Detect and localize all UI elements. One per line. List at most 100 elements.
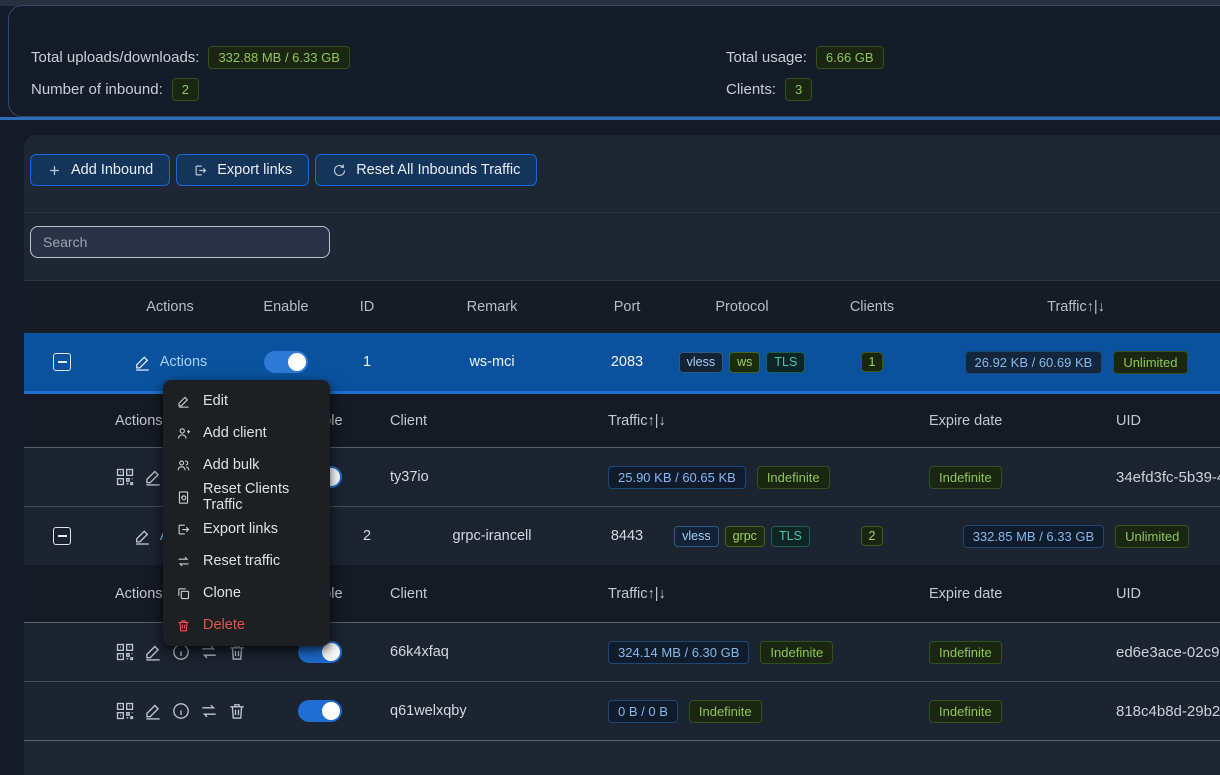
- menu-item-label: Reset Clients Traffic: [203, 481, 317, 513]
- protocol-tag: vless: [674, 526, 718, 547]
- sub-header-uid: UID: [1100, 394, 1220, 447]
- clients-count-badge: 2: [861, 526, 883, 546]
- client-expire-badge: Indefinite: [929, 641, 1002, 664]
- inbounds-table-header: Actions Enable ID Remark Port Protocol C…: [24, 280, 1220, 333]
- sub-header-traffic: Traffic↑|↓: [600, 565, 915, 622]
- stat-clients-count: Clients: 3: [726, 78, 812, 101]
- stat-uploads-value-badge: 332.88 MB / 6.33 GB: [208, 46, 349, 69]
- menu-item-clone[interactable]: Clone: [163, 577, 330, 609]
- stat-uploads-label: Total uploads/downloads:: [31, 49, 199, 66]
- sub-header-client: Client: [370, 565, 600, 622]
- menu-item-label: Export links: [203, 521, 278, 537]
- transport-tag: ws: [729, 352, 760, 373]
- user-add-icon: [176, 426, 191, 441]
- header-select-all: [24, 281, 100, 333]
- row-actions-label: Actions: [160, 354, 208, 370]
- edit-client-icon[interactable]: [143, 701, 163, 721]
- client-quota-badge: Indefinite: [757, 466, 830, 489]
- delete-client-icon[interactable]: [227, 701, 247, 721]
- menu-item-label: Edit: [203, 393, 228, 409]
- client-enable-toggle[interactable]: [298, 700, 342, 722]
- client-uid: ed6e3ace-02c9-4: [1100, 623, 1220, 681]
- sub-header-expire: Expire date: [915, 394, 1100, 447]
- header-port: Port: [582, 281, 672, 333]
- enable-toggle[interactable]: [264, 351, 308, 373]
- menu-item-reset-traffic[interactable]: Reset traffic: [163, 545, 330, 577]
- edit-client-icon[interactable]: [143, 467, 163, 487]
- sub-header-traffic: Traffic↑|↓: [600, 394, 915, 447]
- client-quota-badge: Indefinite: [760, 641, 833, 664]
- stat-inbound-label: Number of inbound:: [31, 81, 163, 98]
- menu-item-add-bulk[interactable]: Add bulk: [163, 449, 330, 481]
- usergroup-add-icon: [176, 458, 191, 473]
- stat-clients-value-badge: 3: [785, 78, 812, 101]
- client-name: ty37io: [370, 448, 600, 506]
- stat-total-usage: Total usage: 6.66 GB: [726, 46, 884, 69]
- qrcode-icon[interactable]: [115, 701, 135, 721]
- export-icon: [176, 522, 191, 537]
- client-traffic-badge: 0 B / 0 B: [608, 700, 678, 723]
- edit-icon: [176, 394, 191, 409]
- row-actions-menu-trigger[interactable]: Actions: [133, 353, 208, 372]
- client-row-q61welxqby: q61welxqby 0 B / 0 B Indefinite Indefini…: [24, 682, 1220, 741]
- header-protocol: Protocol: [672, 281, 812, 333]
- header-traffic-sort[interactable]: Traffic↑|↓: [932, 281, 1220, 333]
- stats-card: Total uploads/downloads: 332.88 MB / 6.3…: [8, 5, 1220, 117]
- menu-item-add-client[interactable]: Add client: [163, 417, 330, 449]
- search-input[interactable]: [30, 226, 330, 258]
- sub-header-uid: UID: [1100, 565, 1220, 622]
- add-inbound-button[interactable]: Add Inbound: [30, 154, 170, 186]
- inbound-port: 2083: [582, 333, 672, 391]
- menu-item-label: Add client: [203, 425, 267, 441]
- menu-item-edit[interactable]: Edit: [163, 385, 330, 417]
- inbound-remark: ws-mci: [402, 333, 582, 391]
- header-enable: Enable: [240, 281, 332, 333]
- menu-item-label: Delete: [203, 617, 245, 633]
- qrcode-icon[interactable]: [115, 467, 135, 487]
- menu-item-label: Add bulk: [203, 457, 259, 473]
- menu-item-export-links[interactable]: Export links: [163, 513, 330, 545]
- stat-uploads-downloads: Total uploads/downloads: 332.88 MB / 6.3…: [31, 46, 350, 69]
- plus-icon: [47, 163, 62, 178]
- info-icon[interactable]: [171, 701, 191, 721]
- client-uid: 818c4b8d-29b2-4: [1100, 682, 1220, 740]
- client-expire-badge: Indefinite: [929, 466, 1002, 489]
- transport-tag: grpc: [725, 526, 765, 547]
- file-reset-icon: [176, 490, 191, 505]
- traffic-badge: 332.85 MB / 6.33 GB: [963, 525, 1104, 548]
- security-tag: TLS: [766, 352, 805, 373]
- delete-icon: [176, 618, 191, 633]
- stat-clients-label: Clients:: [726, 81, 776, 98]
- section-divider: [0, 117, 1220, 120]
- client-traffic-badge: 25.90 KB / 60.65 KB: [608, 466, 746, 489]
- stat-usage-value-badge: 6.66 GB: [816, 46, 884, 69]
- client-traffic-badge: 324.14 MB / 6.30 GB: [608, 641, 749, 664]
- stat-inbound-count: Number of inbound: 2: [31, 78, 199, 101]
- inbound-id: 1: [332, 333, 402, 391]
- menu-item-label: Reset traffic: [203, 553, 280, 569]
- menu-item-reset-clients-traffic[interactable]: Reset Clients Traffic: [163, 481, 330, 513]
- stat-inbound-value-badge: 2: [172, 78, 199, 101]
- menu-item-label: Clone: [203, 585, 241, 601]
- clone-icon: [176, 586, 191, 601]
- export-links-label: Export links: [217, 162, 292, 178]
- toolbar: Add Inbound Export links Reset All Inbou…: [30, 154, 537, 186]
- reset-all-traffic-button[interactable]: Reset All Inbounds Traffic: [315, 154, 537, 186]
- client-uid: 34efd3fc-5b39-45: [1100, 448, 1220, 506]
- qrcode-icon[interactable]: [115, 642, 135, 662]
- traffic-badge: 26.92 KB / 60.69 KB: [965, 351, 1103, 374]
- row-checkbox[interactable]: [53, 527, 71, 545]
- quota-badge: Unlimited: [1113, 351, 1187, 374]
- menu-item-delete[interactable]: Delete: [163, 609, 330, 641]
- export-links-button[interactable]: Export links: [176, 154, 309, 186]
- reload-icon: [332, 163, 347, 178]
- stat-usage-label: Total usage:: [726, 49, 807, 66]
- edit-client-icon[interactable]: [143, 642, 163, 662]
- reset-client-traffic-icon[interactable]: [199, 701, 219, 721]
- row-checkbox[interactable]: [53, 353, 71, 371]
- edit-icon: [133, 527, 152, 546]
- actions-dropdown-menu: Edit Add client Add bulk Reset Clients T…: [163, 380, 330, 646]
- inbound-remark: grpc-irancell: [402, 507, 582, 565]
- inbound-id: 2: [332, 507, 402, 565]
- swap-icon: [176, 554, 191, 569]
